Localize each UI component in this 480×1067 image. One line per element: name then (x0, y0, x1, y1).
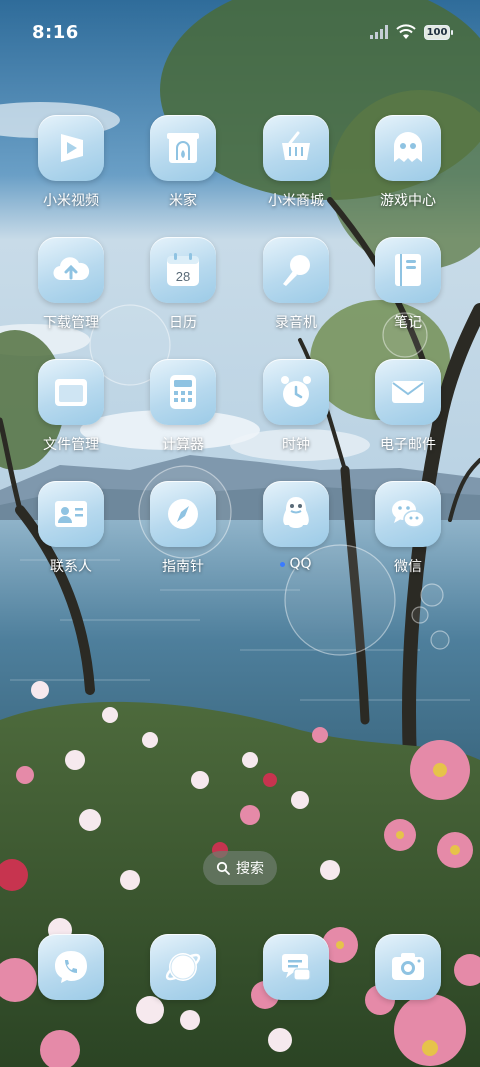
mail-icon (375, 359, 441, 425)
app-label: 日历 (169, 315, 197, 331)
status-time: 8:16 (32, 22, 79, 43)
dock-messages[interactable] (246, 934, 346, 1000)
calendar-date: 28 (176, 269, 190, 284)
app-mi-mall[interactable]: 小米商城 (246, 115, 346, 210)
app-qq[interactable]: QQ (246, 481, 346, 572)
alarm-clock-icon (263, 359, 329, 425)
app-label: QQ (280, 556, 312, 572)
app-download-manager[interactable]: 下载管理 (21, 237, 121, 332)
status-bar: 8:16 100 (0, 0, 480, 68)
app-label: 计算器 (162, 437, 204, 453)
calculator-icon (150, 359, 216, 425)
app-email[interactable]: 电子邮件 (358, 359, 458, 454)
phone-icon (38, 934, 104, 1000)
app-label: 米家 (169, 193, 197, 209)
dock-camera[interactable] (358, 934, 458, 1000)
app-label: 电子邮件 (380, 437, 436, 453)
app-label: 游戏中心 (380, 193, 436, 209)
app-mi-video[interactable]: 小米视频 (21, 115, 121, 210)
notebook-icon (375, 237, 441, 303)
app-mijia[interactable]: 米家 (133, 115, 233, 210)
wifi-icon (396, 24, 416, 39)
signal-icon (370, 25, 388, 39)
app-game-center[interactable]: 游戏中心 (358, 115, 458, 210)
notification-dot (280, 561, 286, 567)
app-label: 联系人 (50, 559, 92, 575)
app-label: 录音机 (275, 315, 317, 331)
app-label: 指南针 (162, 559, 204, 575)
app-contacts[interactable]: 联系人 (21, 481, 121, 576)
app-wechat[interactable]: 微信 (358, 481, 458, 576)
app-recorder[interactable]: 录音机 (246, 237, 346, 332)
app-label: 笔记 (394, 315, 422, 331)
battery-icon: 100 (424, 24, 453, 40)
browser-icon (150, 934, 216, 1000)
microphone-icon (263, 237, 329, 303)
app-label: 时钟 (282, 437, 310, 453)
dock-browser[interactable] (133, 934, 233, 1000)
app-label: 文件管理 (43, 437, 99, 453)
app-compass[interactable]: 指南针 (133, 481, 233, 576)
app-calendar[interactable]: 28 日历 (133, 237, 233, 332)
video-icon (38, 115, 104, 181)
cloud-upload-icon (38, 237, 104, 303)
ghost-icon (375, 115, 441, 181)
search-icon (216, 861, 230, 875)
folder-icon (38, 359, 104, 425)
app-label: 小米商城 (268, 193, 324, 209)
app-notes[interactable]: 笔记 (358, 237, 458, 332)
messages-icon (263, 934, 329, 1000)
app-label: 下载管理 (43, 315, 99, 331)
search-button[interactable]: 搜索 (203, 851, 277, 885)
app-clock[interactable]: 时钟 (246, 359, 346, 454)
app-file-manager[interactable]: 文件管理 (21, 359, 121, 454)
home-icon (150, 115, 216, 181)
app-label: 小米视频 (43, 193, 99, 209)
app-label-text: QQ (289, 556, 312, 572)
penguin-icon (263, 481, 329, 547)
dock-phone[interactable] (21, 934, 121, 1000)
app-calculator[interactable]: 计算器 (133, 359, 233, 454)
compass-icon (150, 481, 216, 547)
camera-icon (375, 934, 441, 1000)
calendar-icon: 28 (150, 237, 216, 303)
contact-card-icon (38, 481, 104, 547)
wechat-icon (375, 481, 441, 547)
shopping-basket-icon (263, 115, 329, 181)
search-label: 搜索 (236, 861, 264, 877)
status-icons: 100 (370, 24, 453, 40)
app-label: 微信 (394, 559, 422, 575)
